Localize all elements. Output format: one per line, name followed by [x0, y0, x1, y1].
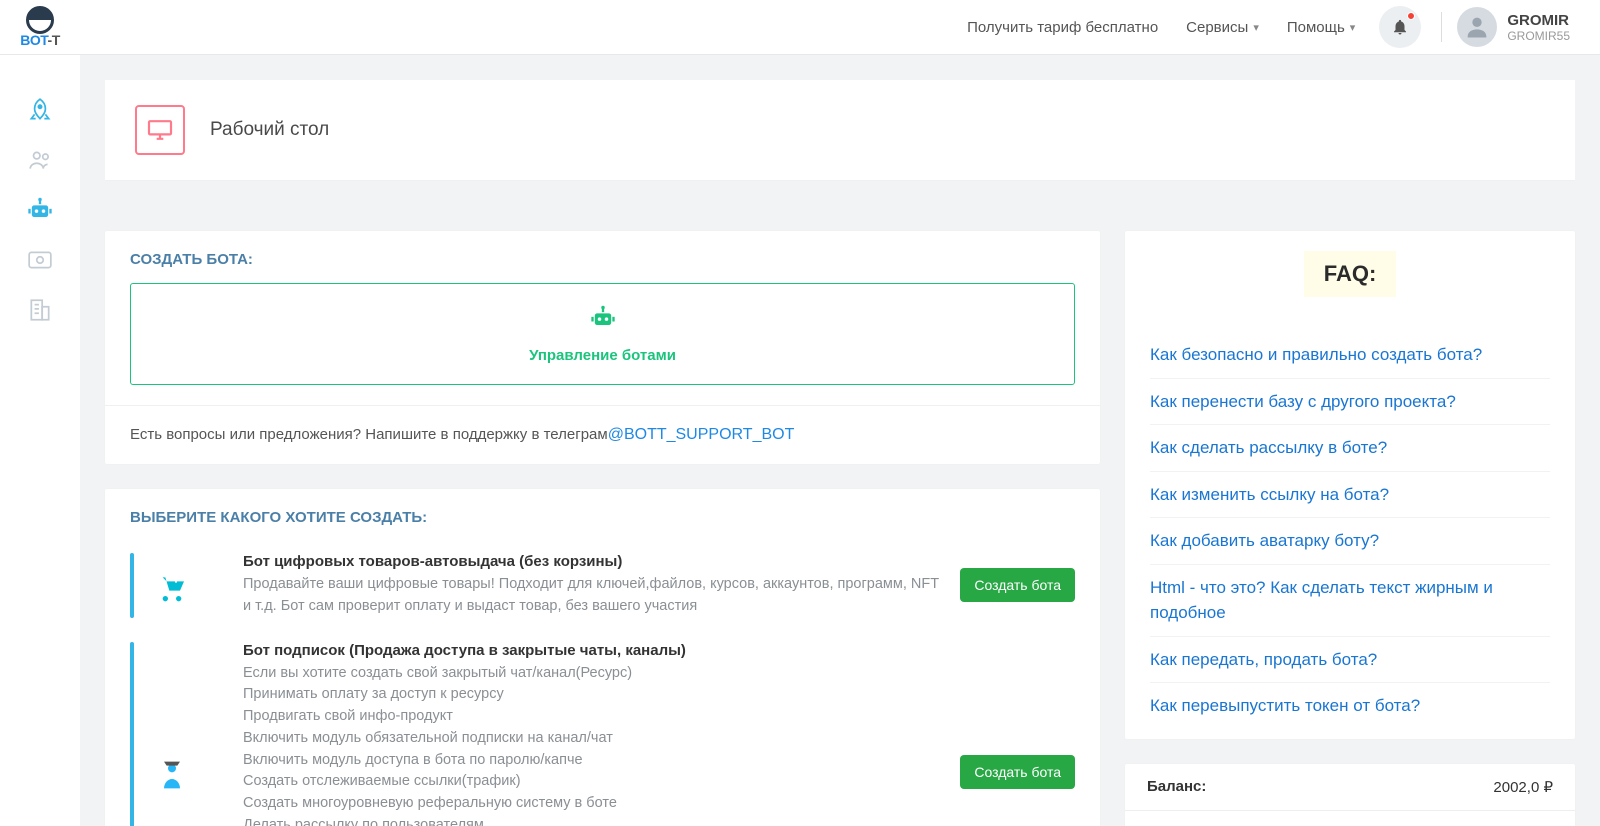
page-title: Рабочий стол — [210, 119, 329, 141]
choose-bot-title: ВЫБЕРИТЕ КАКОГО ХОТИТЕ СОЗДАТЬ: — [130, 509, 1075, 526]
faq-link[interactable]: Как сделать рассылку в боте? — [1150, 425, 1550, 472]
money-icon — [27, 250, 53, 270]
support-text: Есть вопросы или предложения? Напишите в… — [130, 426, 608, 443]
balance-value: 2002,0 ₽ — [1493, 778, 1553, 796]
logo-text: BOT-T — [20, 32, 60, 48]
sidebar-item-dashboard[interactable] — [25, 95, 55, 125]
accent-bar — [130, 553, 134, 618]
user-sub-name: GROMIR55 — [1507, 29, 1570, 43]
bot-type-desc: Продавайте ваши цифровые товары! Подходи… — [243, 574, 942, 618]
bot-feature-line: Принимать оплату за доступ к ресурсу — [243, 684, 942, 706]
notifications-button[interactable] — [1379, 6, 1421, 48]
bot-feature-line: Делать рассылку по пользователям — [243, 815, 942, 826]
create-bot-card: СОЗДАТЬ БОТА: Управление ботами Есть воп… — [105, 231, 1100, 464]
cart-icon — [152, 566, 192, 604]
building-icon — [27, 297, 53, 323]
bot-type-title: Бот подписок (Продажа доступа в закрытые… — [243, 642, 942, 659]
bot-type-title: Бот цифровых товаров-автовыдача (без кор… — [243, 553, 942, 570]
bot-feature-line: Продвигать свой инфо-продукт — [243, 706, 942, 728]
sidebar — [0, 55, 80, 826]
divider — [1441, 12, 1442, 42]
choose-bot-card: ВЫБЕРИТЕ КАКОГО ХОТИТЕ СОЗДАТЬ: Бот цифр… — [105, 489, 1100, 826]
sidebar-item-bots[interactable] — [25, 195, 55, 225]
faq-link[interactable]: Как безопасно и правильно создать бота? — [1150, 332, 1550, 379]
users-icon — [27, 147, 53, 173]
page: Рабочий стол СОЗДАТЬ БОТА: Управление бо… — [80, 55, 1600, 826]
logo-icon — [26, 6, 54, 34]
chevron-down-icon: ▾ — [1350, 21, 1356, 34]
create-bot-button[interactable]: Создать бота — [960, 755, 1075, 789]
bot-type-digital-goods: Бот цифровых товаров-автовыдача (без кор… — [130, 541, 1075, 630]
faq-link[interactable]: Как изменить ссылку на бота? — [1150, 472, 1550, 519]
create-bot-title: СОЗДАТЬ БОТА: — [130, 251, 1075, 268]
nav-free-tariff[interactable]: Получить тариф бесплатно — [953, 19, 1172, 36]
nav-services-label: Сервисы — [1186, 19, 1248, 36]
page-header-icon — [135, 105, 185, 155]
bot-feature-line: Если вы хотите создать свой закрытый чат… — [243, 663, 942, 685]
balance-referral-row: Баланс реферальный: 0,0 ₽ — [1125, 811, 1575, 826]
monitor-icon — [146, 119, 174, 141]
user-display-name: GROMIR — [1507, 12, 1570, 29]
bot-feature-line: Включить модуль доступа в бота по паролю… — [243, 750, 942, 772]
faq-link[interactable]: Как перевыпустить токен от бота? — [1150, 683, 1550, 729]
nav-help-label: Помощь — [1287, 19, 1345, 36]
nav-services[interactable]: Сервисы ▾ — [1172, 19, 1273, 36]
faq-link[interactable]: Как перенести базу с другого проекта? — [1150, 379, 1550, 426]
manage-bots-button[interactable]: Управление ботами — [130, 283, 1075, 385]
bot-feature-line: Включить модуль обязательной подписки на… — [243, 728, 942, 750]
balance-card: Баланс: 2002,0 ₽ Баланс реферальный: 0,0… — [1125, 764, 1575, 826]
sidebar-item-users[interactable] — [25, 145, 55, 175]
faq-card: FAQ: Как безопасно и правильно создать б… — [1125, 231, 1575, 739]
nav-help[interactable]: Помощь ▾ — [1273, 19, 1369, 36]
robot-icon — [26, 196, 54, 224]
bot-type-features: Если вы хотите создать свой закрытый чат… — [243, 663, 942, 826]
accent-bar — [130, 642, 134, 826]
manage-bots-label: Управление ботами — [529, 347, 676, 364]
balance-row: Баланс: 2002,0 ₽ — [1125, 764, 1575, 811]
user-icon — [1463, 13, 1491, 41]
balance-label: Баланс: — [1147, 778, 1493, 796]
user-menu[interactable]: GROMIR GROMIR55 — [1507, 12, 1570, 43]
avatar[interactable] — [1457, 7, 1497, 47]
bell-icon — [1391, 18, 1409, 36]
faq-link[interactable]: Как передать, продать бота? — [1150, 637, 1550, 684]
notification-dot — [1407, 12, 1415, 20]
faq-title: FAQ: — [1304, 251, 1397, 297]
create-bot-button[interactable]: Создать бота — [960, 568, 1075, 602]
robot-icon — [589, 304, 617, 339]
logo[interactable]: BOT-T — [0, 0, 80, 54]
support-link[interactable]: @BOTT_SUPPORT_BOT — [608, 426, 795, 443]
page-header: Рабочий стол — [105, 80, 1575, 181]
agent-icon — [152, 753, 192, 791]
rocket-icon — [27, 97, 53, 123]
bot-feature-line: Создать многоуровневую реферальную систе… — [243, 793, 942, 815]
sidebar-item-payments[interactable] — [25, 245, 55, 275]
faq-link[interactable]: Как добавить аватарку боту? — [1150, 518, 1550, 565]
faq-list: Как безопасно и правильно создать бота?К… — [1125, 317, 1575, 739]
bot-type-subscriptions: Бот подписок (Продажа доступа в закрытые… — [130, 630, 1075, 826]
bot-feature-line: Создать отслеживаемые ссылки(трафик) — [243, 771, 942, 793]
chevron-down-icon: ▾ — [1253, 21, 1259, 34]
header: BOT-T Получить тариф бесплатно Сервисы ▾… — [0, 0, 1600, 55]
faq-link[interactable]: Html - что это? Как сделать текст жирным… — [1150, 565, 1550, 637]
sidebar-item-org[interactable] — [25, 295, 55, 325]
